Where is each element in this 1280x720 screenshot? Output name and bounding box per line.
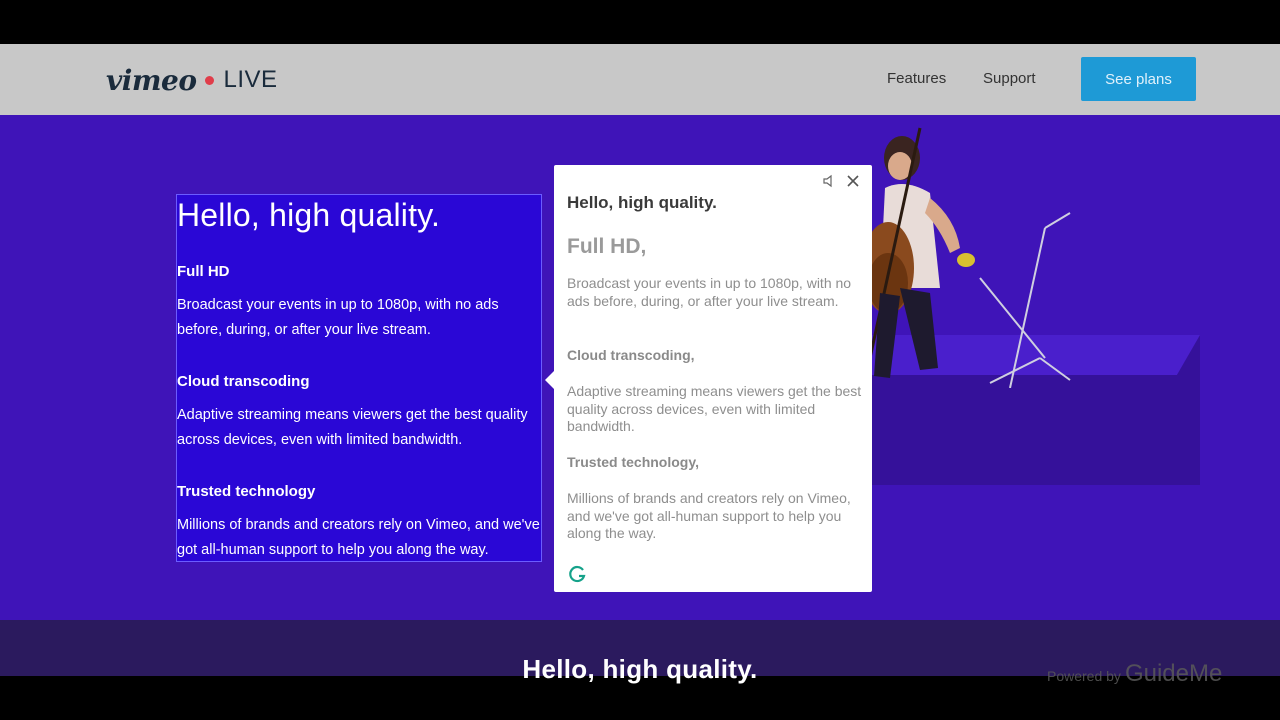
watermark-brand: GuideMe: [1124, 660, 1223, 687]
letterbox-top: [0, 0, 1280, 44]
reader-popup: Hello, high quality. Full HD, Broadcast …: [554, 165, 872, 592]
watermark-prefix: Powered by: [1047, 668, 1121, 684]
feature-heading: Trusted technology: [177, 483, 316, 500]
nav-link-support[interactable]: Support: [983, 70, 1036, 87]
vimeo-live-logo[interactable]: vimeo LIVE: [106, 62, 278, 98]
popup-text: Adaptive streaming means viewers get the…: [567, 383, 862, 434]
popup-pointer: [545, 371, 554, 389]
grammarly-icon[interactable]: [568, 564, 588, 584]
popup-text: Millions of brands and creators rely on …: [567, 490, 851, 541]
popup-title: Hello, high quality.: [567, 193, 717, 212]
popup-heading: Full HD,: [567, 235, 647, 258]
see-plans-button[interactable]: See plans: [1081, 57, 1196, 101]
feature-heading: Full HD: [177, 263, 230, 280]
popup-heading: Cloud transcoding,: [567, 347, 695, 363]
mute-icon[interactable]: [821, 173, 837, 189]
guideme-watermark: Powered by GuideMe: [1047, 660, 1222, 688]
feature-text: Millions of brands and creators rely on …: [177, 517, 540, 558]
logo-dot: [204, 75, 214, 85]
feature-text: Adaptive streaming means viewers get the…: [177, 407, 528, 448]
nav-link-features[interactable]: Features: [887, 70, 946, 87]
close-icon[interactable]: [845, 173, 861, 189]
cellist-image: [862, 127, 1071, 388]
highlighted-content-block: Hello, high quality. Full HD Broadcast y…: [176, 194, 542, 562]
feature-heading: Cloud transcoding: [177, 373, 310, 390]
popup-text: Broadcast your events in up to 1080p, wi…: [567, 275, 852, 309]
logo-product: LIVE: [223, 66, 278, 93]
hero-title: Hello, high quality.: [177, 197, 441, 233]
feature-text: Broadcast your events in up to 1080p, wi…: [177, 297, 499, 338]
popup-heading: Trusted technology,: [567, 454, 699, 470]
logo-word: vimeo: [106, 63, 197, 97]
